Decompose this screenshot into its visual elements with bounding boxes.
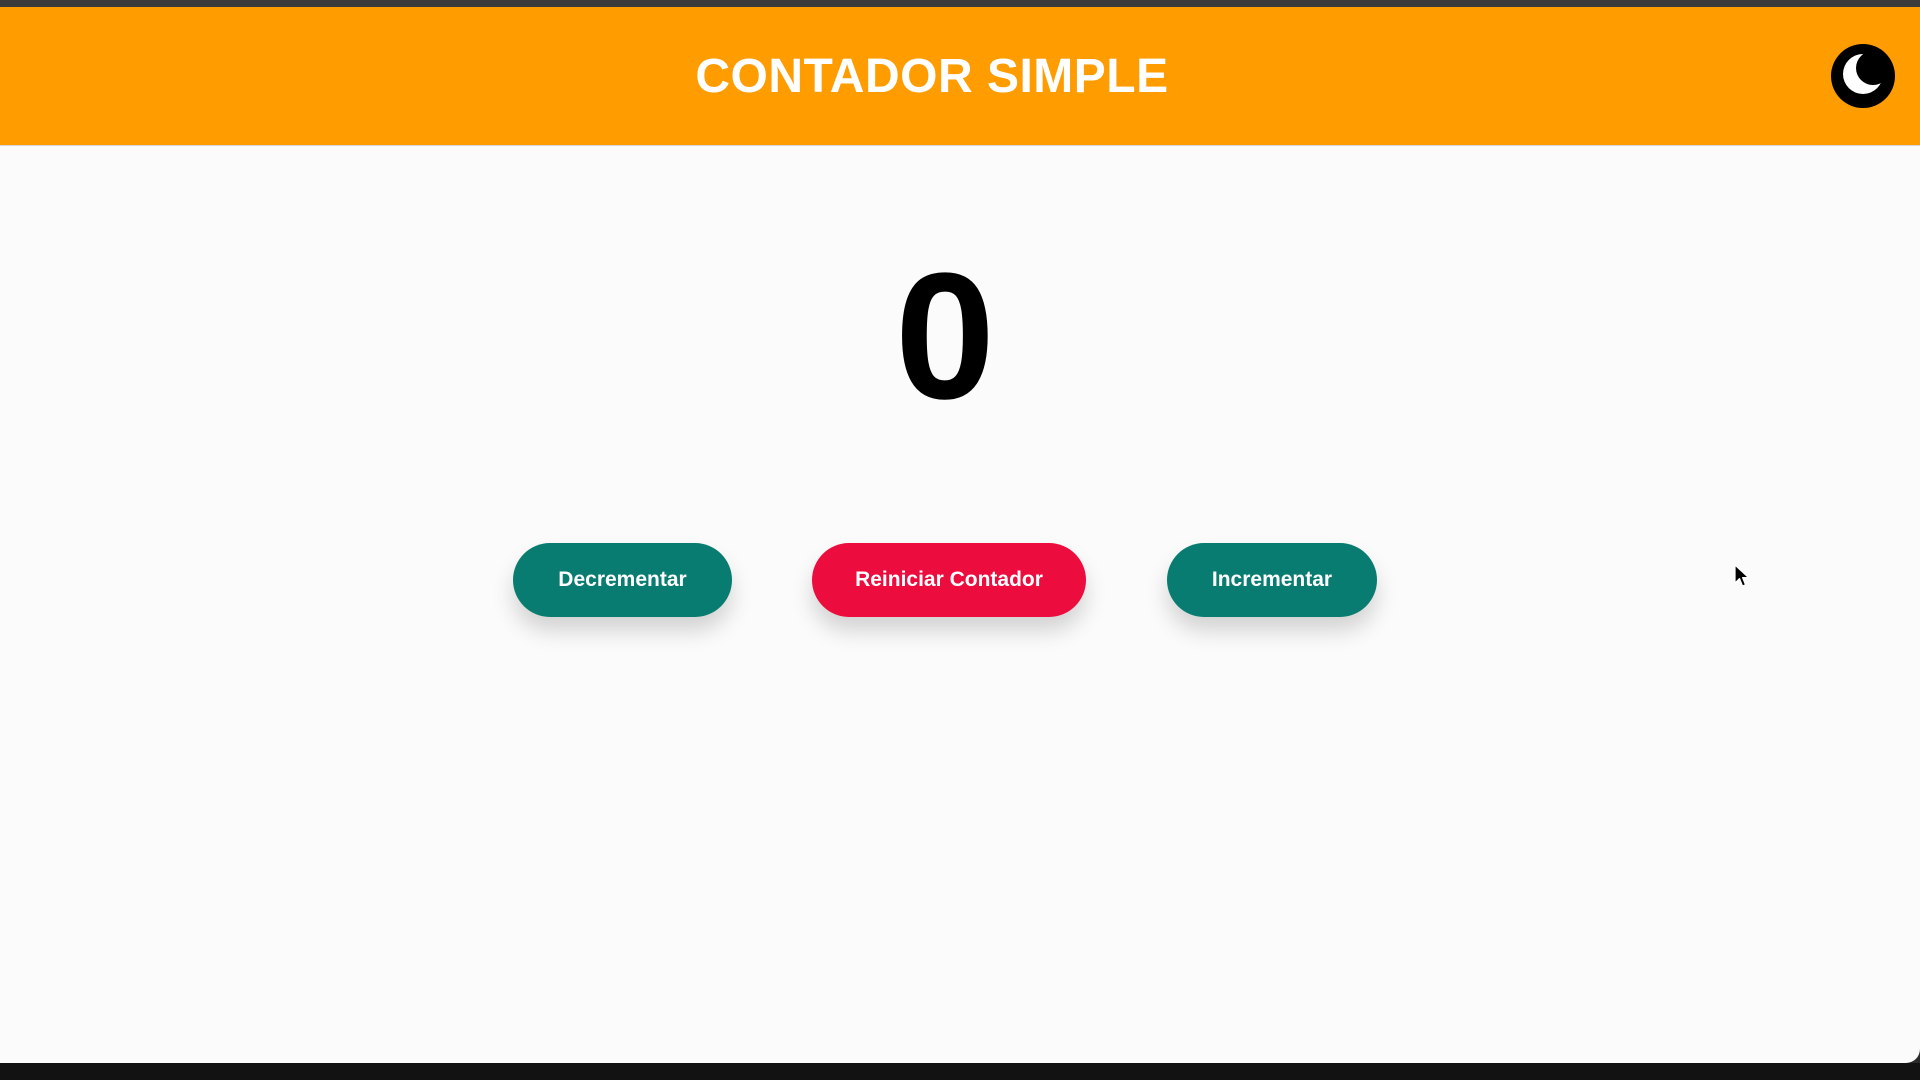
decrement-button[interactable]: Decrementar xyxy=(513,543,732,617)
window-top-edge xyxy=(0,0,1920,7)
app-window: CONTADOR SIMPLE 0 Decrementar Reiniciar … xyxy=(0,7,1920,1063)
app-header: CONTADOR SIMPLE xyxy=(0,7,1920,146)
reset-counter-button[interactable]: Reiniciar Contador xyxy=(812,543,1086,617)
theme-toggle-button[interactable] xyxy=(1831,44,1895,108)
counter-value: 0 xyxy=(894,236,996,437)
mouse-pointer-icon xyxy=(1734,564,1750,588)
bottom-edge-bar xyxy=(0,1063,1920,1080)
moon-icon xyxy=(1831,42,1895,111)
increment-button[interactable]: Incrementar xyxy=(1167,543,1377,617)
page-title: CONTADOR SIMPLE xyxy=(695,49,1169,103)
